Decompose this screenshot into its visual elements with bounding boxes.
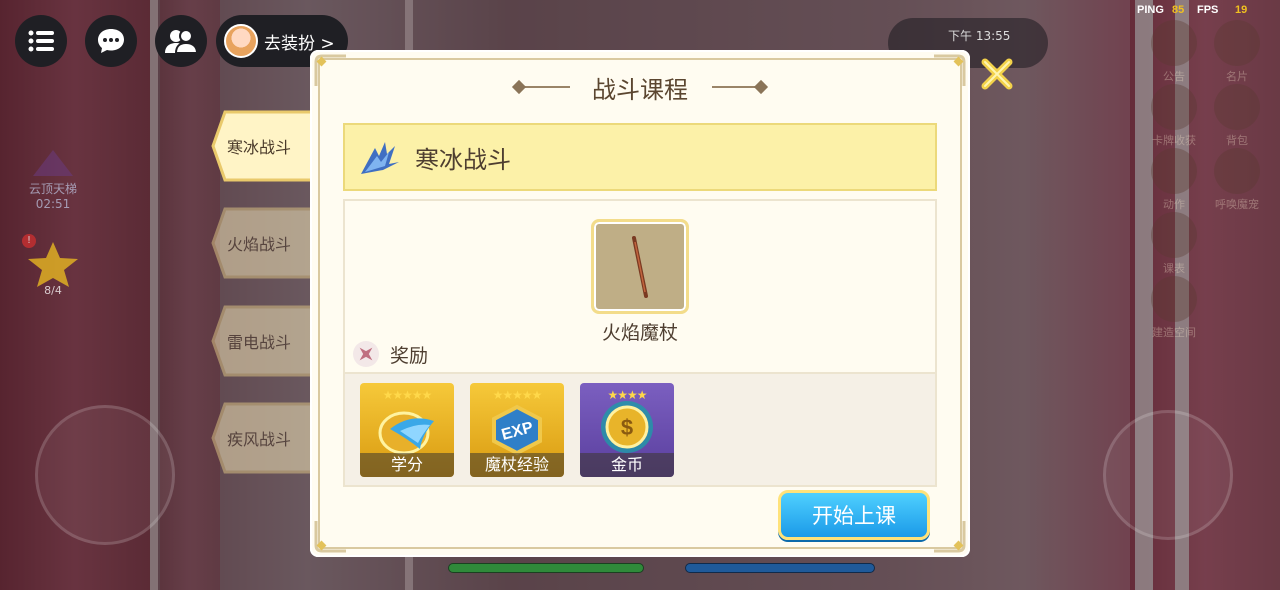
yunding-label: 云顶天梯 (28, 182, 77, 196)
clock-time: 下午 13:55 (948, 29, 1011, 43)
alert-badge: ! (22, 234, 36, 248)
reward-gold-label: 金币 (580, 453, 674, 477)
health-bar (448, 563, 644, 573)
selected-course-name: 寒冰战斗 (415, 145, 511, 174)
menu-notice[interactable]: 公告 (1147, 20, 1201, 84)
tab-wind-battle-label: 疾风战斗 (227, 430, 292, 449)
menu-action[interactable]: 动作 (1147, 148, 1201, 212)
menu-card-collect-label: 卡牌收获 (1152, 134, 1196, 147)
menu-notice-label: 公告 (1163, 70, 1185, 83)
attack-button[interactable] (1103, 410, 1233, 540)
close-icon[interactable] (979, 56, 1015, 92)
yunding-ladder[interactable]: 云顶天梯 02:51 (22, 150, 84, 211)
tab-ice-battle[interactable]: 寒冰战斗 (211, 110, 315, 182)
menu-pet-label: 呼唤魔宠 (1215, 198, 1259, 211)
reward-label: 奖励 (390, 344, 429, 367)
tab-fire-battle[interactable]: 火焰战斗 (211, 207, 315, 279)
dialog-title: 战斗课程 (592, 76, 688, 104)
chat-button[interactable] (85, 15, 137, 67)
ice-wings-icon (361, 142, 399, 174)
menu-bag-label: 背包 (1226, 134, 1248, 147)
tab-thunder-battle[interactable]: 雷电战斗 (211, 305, 315, 377)
menu-schedule-label: 课表 (1163, 262, 1185, 275)
menu-card[interactable]: 名片 (1210, 20, 1264, 84)
tab-fire-battle-label: 火焰战斗 (227, 235, 292, 254)
menu-build-label: 建造空间 (1152, 326, 1196, 339)
fps-value: 19 (1235, 4, 1248, 16)
fps-label: FPS (1197, 4, 1219, 16)
fire-wand-icon (632, 236, 648, 298)
corner-ornament-icon (314, 521, 346, 553)
joystick[interactable] (35, 405, 175, 545)
start-class-button[interactable]: 开始上课 (778, 490, 930, 540)
tab-thunder-battle-label: 雷电战斗 (227, 333, 292, 352)
course-banner: 寒冰战斗 (343, 123, 937, 191)
tab-wind-battle[interactable]: 疾风战斗 (211, 402, 315, 474)
ping-label: PING (1137, 4, 1164, 16)
star-count: 8/4 (44, 284, 62, 297)
menu-build[interactable]: 建造空间 (1147, 276, 1201, 340)
chat-bubble-icon (98, 29, 124, 53)
menu-schedule[interactable]: 课表 (1147, 212, 1201, 276)
menu-action-label: 动作 (1163, 198, 1185, 211)
reward-card-credit[interactable]: ★★★★★ 学分 (360, 383, 454, 477)
menu-pet[interactable]: 呼唤魔宠 (1210, 148, 1264, 212)
star-pet[interactable]: ! 8/4 (22, 234, 84, 300)
start-class-label: 开始上课 (812, 504, 896, 528)
reward-card-wand-exp[interactable]: ★★★★★ EXP 魔杖经验 (470, 383, 564, 477)
item-name: 火焰魔杖 (601, 322, 678, 344)
list-icon (28, 30, 54, 52)
reward-credit-label: 学分 (360, 453, 454, 477)
item-slot[interactable] (591, 219, 689, 314)
menu-card-collect[interactable]: 卡牌收获 (1147, 84, 1201, 148)
corner-ornament-icon (934, 521, 966, 553)
menu-button[interactable] (15, 15, 67, 67)
reward-card-gold[interactable]: ★★★★ $ 金币 (580, 383, 674, 477)
menu-bag[interactable]: 背包 (1210, 84, 1264, 148)
friends-button[interactable] (155, 15, 207, 67)
avatar (224, 24, 258, 58)
ping-value: 85 (1172, 4, 1185, 16)
mana-bar (685, 563, 875, 573)
friends-icon (165, 29, 197, 54)
svg-text:$: $ (621, 415, 633, 440)
yunding-timer: 02:51 (35, 197, 71, 211)
reward-exp-label: 魔杖经验 (470, 453, 564, 477)
tab-ice-battle-label: 寒冰战斗 (227, 138, 292, 157)
reward-header: 奖励 (352, 340, 428, 368)
menu-card-label: 名片 (1226, 70, 1248, 83)
reward-star-icon (353, 341, 379, 367)
